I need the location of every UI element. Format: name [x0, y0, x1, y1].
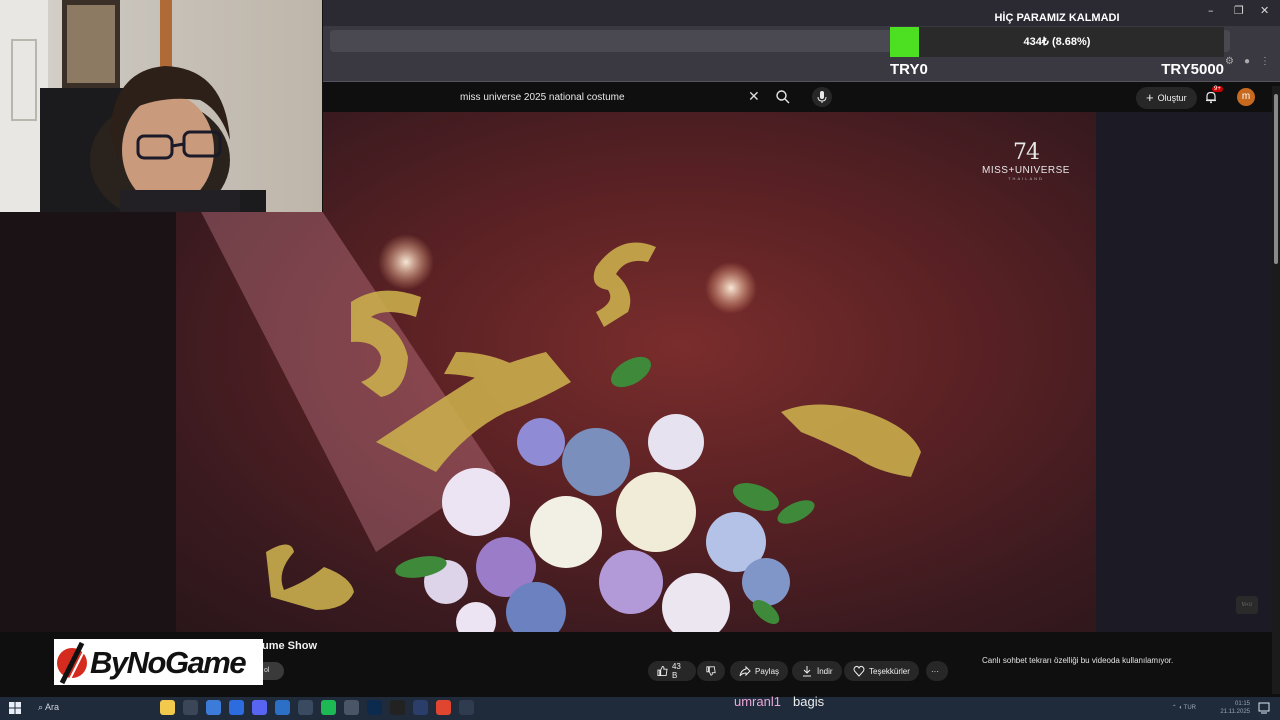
- taskbar-search[interactable]: ⌕ Ara: [38, 702, 59, 713]
- store-icon[interactable]: [275, 700, 290, 715]
- logo-number: 74: [1013, 140, 1040, 165]
- chat-replay-notice: Canlı sohbet tekrarı özelliği bu videoda…: [982, 656, 1174, 665]
- donation-progress-bar: 434₺ (8.68%): [890, 27, 1224, 57]
- donation-alert-username: umranl1: [734, 694, 781, 709]
- task-view-icon[interactable]: [183, 700, 198, 715]
- thanks-button[interactable]: Teşekkürler: [844, 661, 919, 681]
- voice-search-button[interactable]: [812, 87, 832, 107]
- brand-mark-icon: [57, 641, 88, 685]
- dislike-button[interactable]: [697, 661, 725, 681]
- more-actions-button[interactable]: ···: [926, 661, 948, 681]
- search-icon[interactable]: [774, 88, 792, 106]
- search-input[interactable]: miss universe 2025 national costume: [460, 92, 625, 103]
- like-count: 43 B: [671, 662, 681, 680]
- super-thanks-icon: [853, 665, 865, 677]
- download-icon: [803, 666, 811, 677]
- vs-icon[interactable]: [413, 700, 428, 715]
- menu-icon[interactable]: ⋮: [1260, 56, 1270, 67]
- chrome-icon[interactable]: [436, 700, 451, 715]
- notification-center-icon[interactable]: [1258, 702, 1270, 714]
- capcut-icon[interactable]: [390, 700, 405, 715]
- donation-progress-text: 434₺ (8.68%): [1023, 36, 1091, 48]
- extension-icon[interactable]: ⚙: [1225, 56, 1234, 67]
- bynogame-logo: ByNoGame: [54, 639, 263, 685]
- screen: – ❐ ✕ ⚙ ● ⋮ miss universe 2025 national …: [0, 0, 1280, 720]
- plus-icon: +: [1146, 90, 1154, 105]
- windows-start-icon[interactable]: [9, 702, 21, 714]
- share-icon: [739, 665, 751, 677]
- thumbs-down-icon: [706, 666, 716, 676]
- extension-icons: ⚙ ● ⋮: [1225, 56, 1270, 67]
- discord-icon[interactable]: [252, 700, 267, 715]
- webcam-overlay: [0, 0, 323, 212]
- clock-time: 01:15: [1234, 701, 1250, 707]
- donation-alert-action: bagis: [793, 694, 825, 709]
- more-icon: ···: [931, 666, 939, 676]
- editor-icon[interactable]: [344, 700, 359, 715]
- webcam-image: [0, 0, 266, 212]
- copilot-icon[interactable]: [160, 700, 175, 715]
- scrollbar-thumb[interactable]: [1274, 94, 1278, 264]
- spotify-icon[interactable]: [321, 700, 336, 715]
- page-scrollbar[interactable]: [1272, 86, 1280, 694]
- donation-min-label: TRY0: [890, 61, 928, 78]
- taskbar-pinned-apps: [160, 700, 474, 715]
- notification-badge: 9+: [1212, 86, 1223, 92]
- brand-name: ByNoGame: [90, 645, 247, 680]
- video-title: ume Show: [262, 640, 318, 652]
- terminal-icon[interactable]: [298, 700, 313, 715]
- microphone-icon: [817, 91, 827, 103]
- windows-taskbar: ⌕ Ara ⌃ ◖ TUR 01:15 21.11.2025: [0, 697, 1280, 720]
- taskbar-search-label: Ara: [45, 702, 60, 712]
- create-button[interactable]: + Oluştur: [1136, 87, 1197, 109]
- avatar[interactable]: m: [1237, 88, 1255, 106]
- photoshop-icon[interactable]: [367, 700, 382, 715]
- create-label: Oluştur: [1157, 93, 1187, 103]
- logo-subtext: THAILAND: [1008, 176, 1044, 181]
- miss-universe-logo: 74 MISS+UNIVERSE THAILAND: [978, 140, 1074, 181]
- share-label: Paylaş: [755, 666, 780, 676]
- clock-date: 21.11.2025: [1220, 709, 1250, 715]
- thanks-label: Teşekkürler: [869, 666, 910, 676]
- donation-max-label: TRY5000: [1161, 61, 1224, 78]
- notifications-bell-icon[interactable]: [1204, 90, 1218, 104]
- watermark-badge: M+U: [1236, 596, 1258, 614]
- close-window-icon[interactable]: ✕: [1260, 4, 1269, 17]
- video-letterbox-right: [1096, 112, 1272, 632]
- system-tray-icons[interactable]: ⌃ ◖ TUR: [1172, 704, 1196, 711]
- donation-goal-title: HİÇ PARAMIZ KALMADI: [994, 12, 1120, 24]
- language-indicator[interactable]: TUR: [1184, 705, 1196, 711]
- download-label: İndir: [817, 666, 833, 676]
- taskbar-clock[interactable]: 01:15 21.11.2025: [1220, 700, 1250, 716]
- download-button[interactable]: İndir: [792, 661, 842, 681]
- clear-search-icon[interactable]: ✕: [748, 88, 760, 105]
- obs-icon[interactable]: [459, 700, 474, 715]
- share-button[interactable]: Paylaş: [730, 661, 789, 681]
- extension-icon[interactable]: ●: [1244, 56, 1250, 67]
- donation-goal-widget: HİÇ PARAMIZ KALMADI 434₺ (8.68%) TRY0 TR…: [890, 8, 1224, 82]
- app-icon[interactable]: [229, 700, 244, 715]
- thumbs-up-icon: [657, 665, 668, 677]
- like-button[interactable]: 43 B: [648, 661, 696, 681]
- logo-text: MISS+UNIVERSE: [982, 165, 1070, 176]
- browser-icon[interactable]: [206, 700, 221, 715]
- maximize-icon[interactable]: ❐: [1234, 4, 1244, 17]
